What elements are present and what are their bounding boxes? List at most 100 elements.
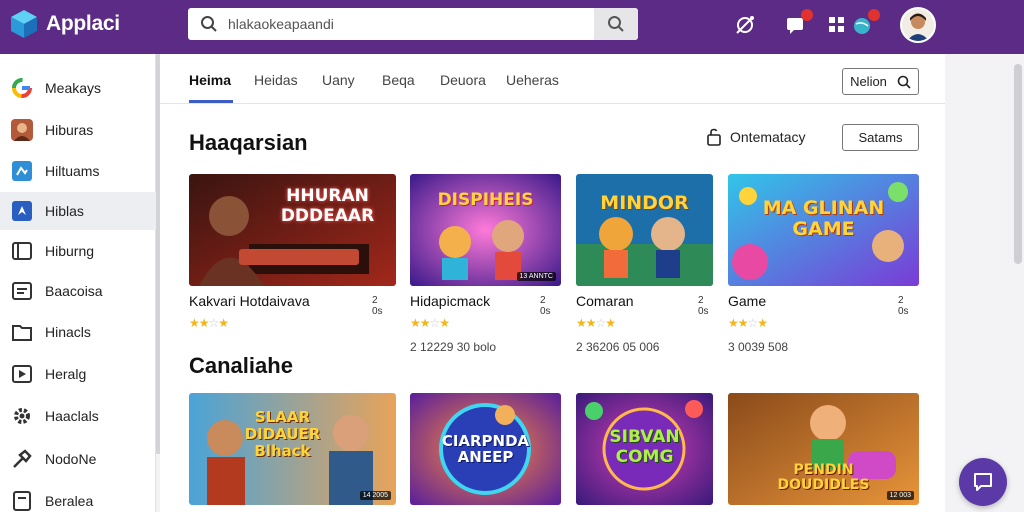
sidebar-item-label: Hiburas <box>45 122 94 138</box>
sidebar-item-label: Baacoisa <box>45 283 103 299</box>
thumbnail-title: DISPIHEIS <box>437 190 534 210</box>
sidebar-item-label: Meakays <box>45 80 102 96</box>
section-title: Haaqarsian <box>189 130 308 155</box>
sidebar-item-hiburng[interactable]: Hiburng <box>0 232 156 270</box>
app-logo[interactable]: Applaci <box>10 9 120 39</box>
person-icon <box>11 119 33 141</box>
tab-bar: Heima Heidas Uany Beqa Deuora Ueheras Ne… <box>160 54 945 104</box>
thumbnail-title: SIBVAN COMG <box>609 427 680 467</box>
globe-icon[interactable] <box>851 9 880 37</box>
thumbnail-title: MINDOR <box>600 192 689 214</box>
game-thumbnail[interactable]: SLAAR DIDAUER Blhack 14 2005 <box>189 393 396 505</box>
sort-label: Ontematacy <box>730 129 806 145</box>
sidebar-item-nodone[interactable]: NodoNe <box>0 440 156 478</box>
sidebar-item-meakays[interactable]: Meakays <box>0 69 156 107</box>
game-thumbnail[interactable]: SIBVAN COMG <box>576 393 713 505</box>
main-content: Heima Heidas Uany Beqa Deuora Ueheras Ne… <box>160 54 945 512</box>
game-thumbnail[interactable]: PENDIN DOUDIDLES 12 003 <box>728 393 919 505</box>
thumbnail-title: HHURAN DDDEAAR <box>280 186 375 226</box>
search-bar[interactable]: hlakaokeapaandi <box>188 8 638 40</box>
app-title: Applaci <box>46 12 120 35</box>
sidebar-item-baacoisa[interactable]: Baacoisa <box>0 272 156 310</box>
notification-badge <box>868 9 880 21</box>
thumbnail-title: SLAAR DIDAUER Blhack <box>244 408 321 460</box>
filter-search-button[interactable]: Nelion <box>842 68 919 95</box>
game-size: 2 0s <box>540 295 551 317</box>
game-thumbnail[interactable]: CIARPNDA ANEEP <box>410 393 561 505</box>
store-icon <box>12 242 32 260</box>
sidebar-item-label: NodoNe <box>45 451 97 467</box>
lock-icon <box>707 128 721 146</box>
sidebar-item-beralea[interactable]: Beralea <box>0 482 156 512</box>
tab-ueheras[interactable]: Ueheras <box>506 72 559 88</box>
sidebar-item-hiltuams[interactable]: Hiltuams <box>0 152 156 190</box>
sidebar-item-label: Heralg <box>45 366 87 382</box>
sidebar-item-heralg[interactable]: Heralg <box>0 355 156 393</box>
search-icon <box>201 16 217 32</box>
tab-heima[interactable]: Heima <box>189 72 231 88</box>
chat-fab-button[interactable] <box>959 458 1007 506</box>
search-button[interactable] <box>594 8 638 40</box>
game-title: Kakvari Hotdaivava <box>189 293 310 309</box>
game-meta: 2 12229 30 bolo <box>410 340 497 354</box>
game-title: Comaran <box>576 293 634 309</box>
thumbnail-title: CIARPNDA ANEEP <box>441 432 530 466</box>
rating-stars: ★★☆★ <box>410 316 450 330</box>
sidebar: Meakays Hiburas Hiltuams Hiblas Hiburng <box>0 54 156 512</box>
rating-stars: ★★☆★ <box>576 316 616 330</box>
cube-logo-icon <box>11 10 37 38</box>
sidebar-item-hinacls[interactable]: Hinacls <box>0 313 156 351</box>
sidebar-item-label: Hiltuams <box>45 163 100 179</box>
sidebar-item-label: Hiblas <box>45 203 84 219</box>
play-icon <box>12 365 32 383</box>
active-tab-indicator <box>189 100 233 103</box>
page-scrollbar[interactable] <box>1014 64 1022 264</box>
google-icon <box>12 78 32 98</box>
sidebar-item-haaclals[interactable]: Haaclals <box>0 397 156 435</box>
rating-stars: ★★☆★ <box>189 316 229 330</box>
sidebar-item-hiburas[interactable]: Hiburas <box>0 111 156 149</box>
sidebar-item-label: Hinacls <box>45 324 91 340</box>
sidebar-item-label: Beralea <box>45 493 94 509</box>
game-thumbnail[interactable]: HHURAN DDDEAAR <box>189 174 396 286</box>
game-meta: 2 36206 05 006 <box>576 340 660 354</box>
grid-icon <box>12 161 32 181</box>
game-size: 2 0s <box>372 295 383 317</box>
search-input[interactable]: hlakaokeapaandi <box>228 16 594 32</box>
game-thumbnail[interactable]: MA GLINAN GAME <box>728 174 919 286</box>
sidebar-item-label: Hiburng <box>45 243 95 259</box>
gear-icon <box>14 408 30 424</box>
sidebar-item-hiblas[interactable]: Hiblas <box>0 192 156 230</box>
sidebar-item-label: Haaclals <box>45 408 99 424</box>
thumbnail-tag: 12 003 <box>886 491 914 500</box>
notification-badge <box>801 9 813 21</box>
top-bar: Applaci hlakaokeapaandi <box>0 0 1024 54</box>
satellite-icon[interactable] <box>733 13 757 37</box>
tool-icon <box>13 449 32 468</box>
folder-icon <box>12 325 32 341</box>
game-meta: 3 0039 508 <box>728 340 789 354</box>
sort-link[interactable]: Ontematacy <box>706 128 805 146</box>
game-size: 2 0s <box>698 295 709 317</box>
doc-icon <box>13 491 31 511</box>
thumbnail-tag: 13 ANNTC <box>516 272 556 281</box>
compass-icon <box>12 201 32 221</box>
avatar[interactable] <box>900 7 936 43</box>
tab-deuora[interactable]: Deuora <box>440 72 486 88</box>
tab-heidas[interactable]: Heidas <box>254 72 298 88</box>
list-icon <box>12 282 32 300</box>
tab-uany[interactable]: Uany <box>322 72 355 88</box>
chat-icon[interactable] <box>784 9 813 37</box>
filter-button-label: Nelion <box>850 74 887 89</box>
thumbnail-tag: 14 2005 <box>359 491 391 500</box>
thumbnail-title: PENDIN DOUDIDLES <box>777 462 870 493</box>
section-action-button[interactable]: Satams <box>842 124 919 151</box>
tab-beqa[interactable]: Beqa <box>382 72 415 88</box>
game-thumbnail[interactable]: DISPIHEIS 13 ANNTC <box>410 174 561 286</box>
thumbnail-title: MA GLINAN GAME <box>762 197 885 240</box>
game-title: Hidapicmack <box>410 293 491 309</box>
apps-icon[interactable] <box>825 13 849 37</box>
game-title: Game <box>728 293 767 309</box>
game-thumbnail[interactable]: MINDOR <box>576 174 713 286</box>
section-title: Canaliahe <box>189 353 293 378</box>
